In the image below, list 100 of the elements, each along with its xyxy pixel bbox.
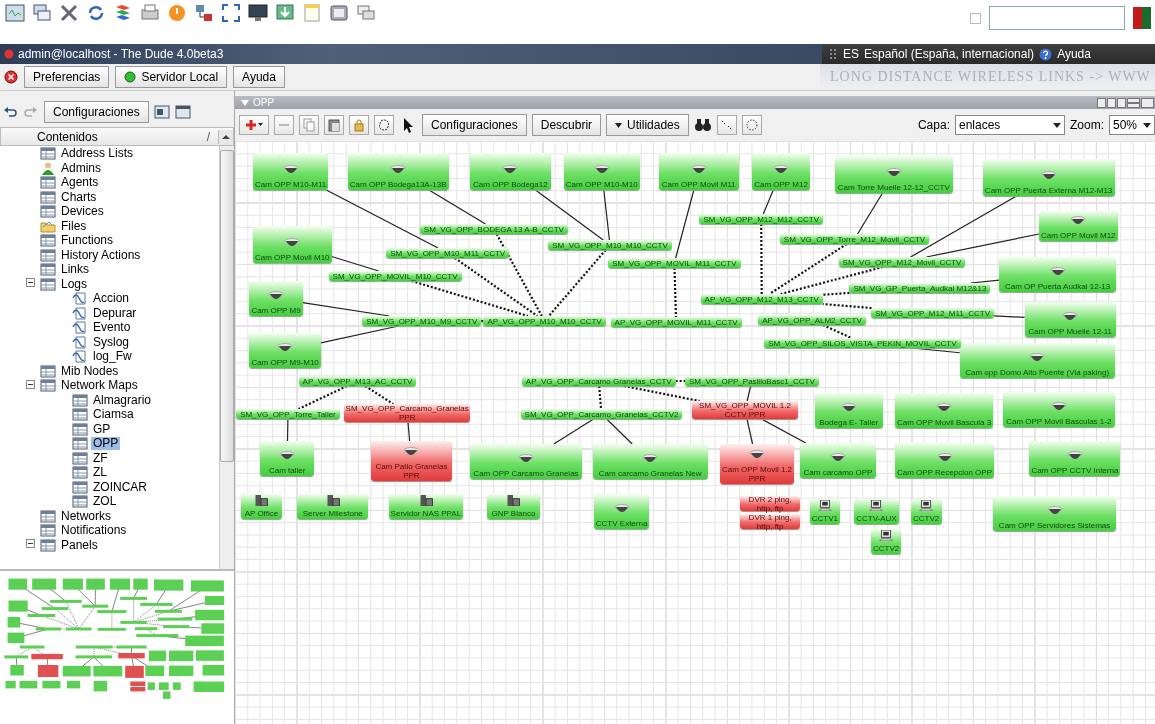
device-node[interactable]: Cam OPP Movil M10: [253, 226, 332, 263]
link-node[interactable]: SM_VG_OPP_Torre_Taller: [236, 409, 340, 419]
language-code[interactable]: ES: [843, 47, 859, 61]
link-node[interactable]: SM_VG_GP_Puerta_Audkai M12&13: [849, 283, 991, 293]
link-node[interactable]: SM_VG_OPP_M10_M9_CCTV: [362, 316, 482, 326]
device-node[interactable]: CCTV2: [871, 529, 902, 554]
device-node[interactable]: CCTV-AUX: [854, 499, 899, 524]
device-node[interactable]: Cam OPP Movil Basculas 1-2: [1003, 392, 1115, 427]
link-node[interactable]: AP_VG_OPP_M12_M13_CCTV: [700, 294, 823, 304]
tree-item[interactable]: Logs: [59, 277, 90, 291]
device-node[interactable]: Cam OPP Movil M12: [1039, 211, 1118, 241]
language-name[interactable]: Español (España, internacional): [864, 47, 1035, 61]
device-node[interactable]: Cam opp Domo Alto Puente (Via paking): [959, 343, 1115, 378]
tree-item[interactable]: OPP: [91, 437, 121, 451]
link-node[interactable]: AP_VG_OPP_ALM2_CCTV: [758, 315, 866, 325]
tree-item[interactable]: Admins: [59, 161, 103, 175]
device-node[interactable]: Cam OPP Movil 1.2 PPR: [719, 444, 795, 484]
device-node[interactable]: CCTV2: [910, 499, 942, 524]
tree-item[interactable]: Address Lists: [59, 147, 136, 161]
device-node[interactable]: Cam OPP Recepcion OPP: [895, 443, 994, 478]
link-node[interactable]: AP_VG_OPP_Carcamo Granelas_CCTV: [521, 376, 676, 386]
tree-item[interactable]: Networks: [59, 509, 113, 523]
tree-item[interactable]: History Actions: [59, 248, 143, 262]
link-node[interactable]: AP_VG_OPP_MOVIL_M11_CCTV: [610, 317, 742, 327]
device-node[interactable]: GNP Blanco: [487, 494, 540, 519]
settings-button[interactable]: Configuraciones: [44, 101, 149, 124]
device-node[interactable]: Cam OPP M12: [752, 153, 810, 190]
link-node[interactable]: SM_VG_OPP_BODEGA 13 A-B_CCTV: [419, 224, 568, 234]
link-node[interactable]: SM_VG_OPP_MOVIL_M10_CCTV: [328, 271, 462, 281]
device-node[interactable]: Cam taller: [260, 441, 315, 476]
device-node[interactable]: Cam carcamo Granelas New: [592, 444, 708, 479]
device-node[interactable]: Cam OPP Carcamo Granelas: [470, 444, 582, 479]
device-node[interactable]: Cam OPP Servidores Sistemas: [993, 496, 1116, 531]
tree-item[interactable]: Depurar: [91, 306, 139, 320]
device-node[interactable]: CCTV Externa: [593, 494, 650, 529]
tree-item[interactable]: Charts: [59, 190, 99, 204]
tree-item[interactable]: GP: [91, 422, 113, 436]
tools-button[interactable]: Utilidades: [606, 114, 689, 136]
device-node[interactable]: Cam Torre Muelle 12-12_CCTV: [835, 156, 953, 193]
tree-item[interactable]: Panels: [59, 538, 100, 552]
settings-button[interactable]: Configuraciones: [422, 114, 527, 136]
device-node[interactable]: Cam OPP M10-M10: [563, 153, 640, 190]
link-node[interactable]: SM_VG_OPP_M12_M11_CCTV: [871, 308, 994, 318]
link-node[interactable]: SM_VG_OPP_Torre_M12_Movil_CCTV: [779, 234, 930, 244]
device-node[interactable]: Cam OPP M9-M10: [249, 333, 321, 368]
tree-item[interactable]: Functions: [59, 234, 116, 248]
layer-select[interactable]: enlaces: [955, 115, 1065, 135]
link-node[interactable]: SM_VG_OPP_Carcamo_Granelas PPR: [344, 404, 471, 422]
link-node[interactable]: SM_VG_OPP_M12_Movil_CCTV: [838, 257, 966, 267]
tree-item[interactable]: Syslog: [91, 335, 132, 349]
tree-item[interactable]: Ciamsa: [91, 408, 136, 422]
link-node[interactable]: SM_VG_OPP_SILOS_VISTA_PEKIN_MOVIL_CCTV: [764, 338, 961, 348]
tree-item[interactable]: Evento: [91, 321, 133, 335]
device-node[interactable]: Server Milestone: [297, 494, 369, 519]
tree-item[interactable]: Notifications: [59, 524, 129, 538]
link-node[interactable]: SM_VG_OPP_Carcamo_Granelas_CCTV2: [520, 409, 683, 419]
device-node[interactable]: CCTV1: [809, 499, 841, 524]
device-node[interactable]: Cam OPP M9: [249, 281, 303, 316]
zoom-select[interactable]: 50%: [1109, 115, 1155, 135]
tree-item[interactable]: Network Maps: [59, 379, 140, 393]
link-node[interactable]: AP_VG_OPP_M13_AC_CCTV: [298, 376, 417, 386]
device-node[interactable]: Servidor NAS PPAL: [388, 494, 464, 519]
device-node[interactable]: Cam carcamo OPP: [800, 443, 876, 478]
device-node[interactable]: Cam OPP Bodega12: [470, 153, 551, 190]
column-header[interactable]: Contenidos: [37, 129, 98, 144]
device-node[interactable]: Cam OPP M10-M11: [253, 153, 329, 190]
device-node[interactable]: Cam OPP Bodega13A-13B: [347, 153, 449, 190]
help-link[interactable]: Ayuda: [1057, 47, 1091, 61]
device-node[interactable]: Bodega E- Taller: [814, 393, 883, 428]
service-node[interactable]: DVR 2 ping, http, ftp: [740, 496, 801, 511]
discover-button[interactable]: Descubrir: [531, 114, 602, 136]
tree-item[interactable]: ZOINCAR: [91, 480, 149, 494]
link-node[interactable]: SM_VG_OPP_M10_M11_CCTV: [386, 248, 510, 258]
link-node[interactable]: SM_VG_OPP_M12_M12_CCTV: [699, 214, 823, 224]
menu-button[interactable]: Servidor Local: [115, 66, 228, 88]
tree-item[interactable]: Mib Nodes: [59, 364, 121, 378]
link-node[interactable]: SM_VG_OPP_MOVIL 1.2 CCTV PPR: [692, 401, 798, 419]
menu-button[interactable]: Ayuda: [233, 66, 285, 88]
tree-item[interactable]: Almagrario: [91, 393, 154, 407]
tree-item[interactable]: ZL: [91, 466, 109, 480]
device-node[interactable]: Cam OPP Puerta Externa M12-M13: [982, 159, 1115, 196]
device-node[interactable]: Cam OPP Muelle 12-11: [1024, 302, 1116, 337]
tree-item[interactable]: Links: [59, 263, 91, 277]
device-node[interactable]: Cam OPP CCTV Interna: [1029, 441, 1121, 476]
tree-item[interactable]: ZOL: [91, 495, 119, 509]
link-node[interactable]: SM_VG_OPP_M10_M10_CCTV: [548, 240, 672, 250]
device-node[interactable]: Cam OP Puerta Audkai 12-13: [999, 257, 1116, 292]
device-node[interactable]: AP Office: [241, 494, 282, 519]
device-node[interactable]: Cam OPP Movil Bascula 3: [895, 393, 994, 428]
tree-item[interactable]: Files: [59, 219, 89, 233]
tree-item[interactable]: Agents: [59, 176, 101, 190]
tree-item[interactable]: Devices: [59, 205, 106, 219]
device-node[interactable]: Cam Patio Granelas PPR: [370, 441, 453, 481]
tree-item[interactable]: ZF: [91, 451, 110, 465]
device-node[interactable]: Cam OPP Movil M11: [658, 153, 739, 190]
menu-button[interactable]: Preferencias: [24, 66, 110, 88]
tree-item[interactable]: Accion: [91, 292, 132, 306]
link-node[interactable]: SM_VG_OPP_MOVIL_M11_CCTV: [608, 258, 741, 268]
service-node[interactable]: DVR 1 ping, http, ftp: [740, 514, 801, 529]
link-node[interactable]: AP_VG_OPP_M10_M10_CCTV: [483, 316, 606, 326]
